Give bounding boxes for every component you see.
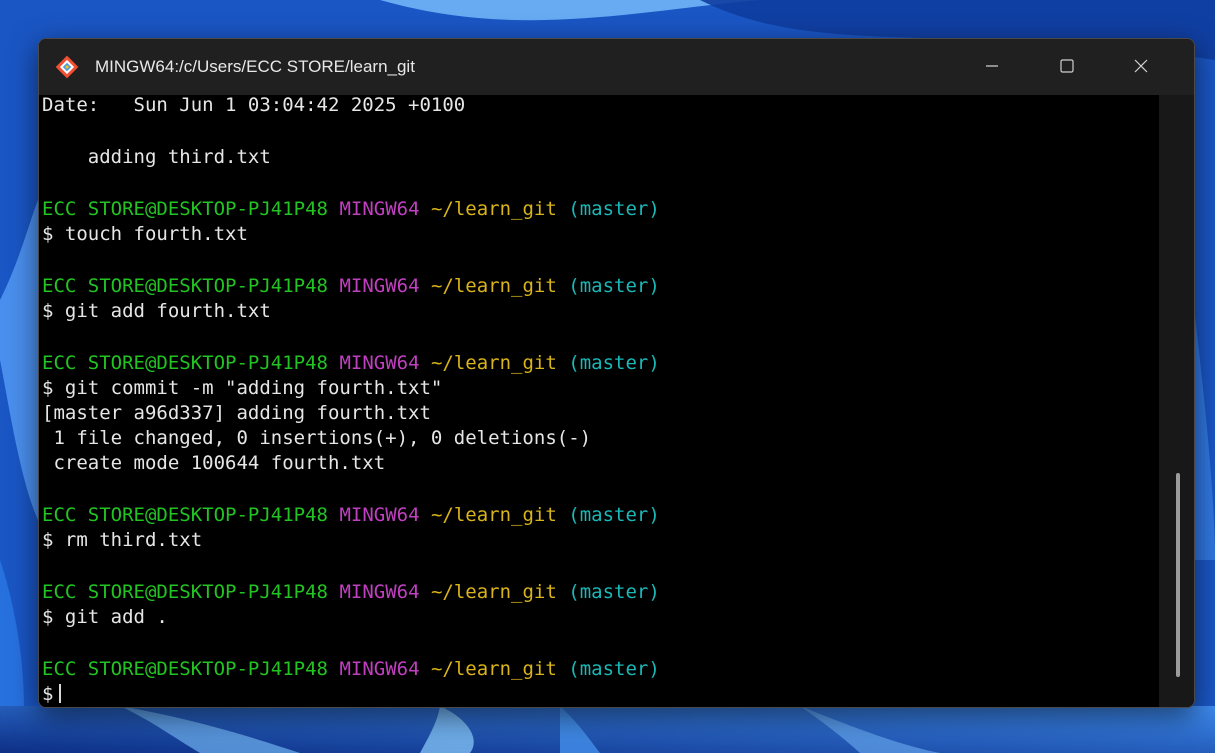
window-title: MINGW64:/c/Users/ECC STORE/learn_git [95, 57, 415, 76]
prompt-line: ECC STORE@DESKTOP-PJ41P48 MINGW64 ~/lear… [42, 274, 660, 299]
prompt-path: ~/learn_git [430, 658, 557, 680]
prompt-path: ~/learn_git [430, 504, 557, 526]
output-line: create mode 100644 fourth.txt [42, 452, 386, 474]
prompt-branch: (master) [568, 504, 660, 526]
output-line: 1 file changed, 0 insertions(+), 0 delet… [42, 427, 592, 449]
close-button[interactable] [1107, 39, 1175, 95]
prompt-line: ECC STORE@DESKTOP-PJ41P48 MINGW64 ~/lear… [42, 197, 660, 222]
prompt-line: ECC STORE@DESKTOP-PJ41P48 MINGW64 ~/lear… [42, 580, 660, 605]
text-cursor [59, 684, 62, 703]
prompt-msystem: MINGW64 [339, 198, 420, 220]
prompt-line: ECC STORE@DESKTOP-PJ41P48 MINGW64 ~/lear… [42, 503, 660, 528]
prompt-user-host: ECC STORE@DESKTOP-PJ41P48 [42, 275, 328, 297]
minimize-button[interactable] [958, 39, 1026, 95]
prompt-user-host: ECC STORE@DESKTOP-PJ41P48 [42, 504, 328, 526]
output-line: [master a96d337] adding fourth.txt [42, 402, 431, 424]
close-icon [1134, 58, 1148, 77]
active-command-line[interactable]: $ [42, 682, 62, 707]
command-line: $ git add fourth.txt [42, 300, 271, 322]
command-line: $ git commit -m "adding fourth.txt" [42, 377, 443, 399]
prompt-branch: (master) [568, 352, 660, 374]
prompt-user-host: ECC STORE@DESKTOP-PJ41P48 [42, 352, 328, 374]
prompt-msystem: MINGW64 [339, 504, 420, 526]
prompt-line: ECC STORE@DESKTOP-PJ41P48 MINGW64 ~/lear… [42, 657, 660, 682]
command-line: $ rm third.txt [42, 529, 203, 551]
prompt-branch: (master) [568, 275, 660, 297]
scrollbar-thumb[interactable] [1176, 473, 1180, 677]
prompt-user-host: ECC STORE@DESKTOP-PJ41P48 [42, 198, 328, 220]
prompt-path: ~/learn_git [430, 198, 557, 220]
terminal-output[interactable]: Date: Sun Jun 1 03:04:42 2025 +0100 addi… [39, 95, 1159, 707]
title-bar[interactable]: MINGW64:/c/Users/ECC STORE/learn_git [39, 39, 1194, 95]
prompt-msystem: MINGW64 [339, 581, 420, 603]
prompt-branch: (master) [568, 658, 660, 680]
maximize-icon [1060, 58, 1074, 77]
minimize-icon [985, 58, 999, 77]
terminal-window: MINGW64:/c/Users/ECC STORE/learn_git Dat… [38, 38, 1195, 708]
prompt-branch: (master) [568, 198, 660, 220]
prompt-user-host: ECC STORE@DESKTOP-PJ41P48 [42, 658, 328, 680]
git-bash-icon [55, 55, 79, 79]
commit-message-line: adding third.txt [42, 146, 271, 168]
prompt-symbol: $ [42, 683, 54, 705]
command-line: $ touch fourth.txt [42, 223, 248, 245]
prompt-msystem: MINGW64 [339, 658, 420, 680]
prompt-branch: (master) [568, 581, 660, 603]
maximize-button[interactable] [1033, 39, 1101, 95]
prompt-msystem: MINGW64 [339, 275, 420, 297]
command-line: $ git add . [42, 606, 168, 628]
prompt-line: ECC STORE@DESKTOP-PJ41P48 MINGW64 ~/lear… [42, 351, 660, 376]
prompt-path: ~/learn_git [430, 581, 557, 603]
date-line: Date: Sun Jun 1 03:04:42 2025 +0100 [42, 95, 466, 116]
prompt-path: ~/learn_git [430, 352, 557, 374]
prompt-path: ~/learn_git [430, 275, 557, 297]
prompt-msystem: MINGW64 [339, 352, 420, 374]
prompt-user-host: ECC STORE@DESKTOP-PJ41P48 [42, 581, 328, 603]
